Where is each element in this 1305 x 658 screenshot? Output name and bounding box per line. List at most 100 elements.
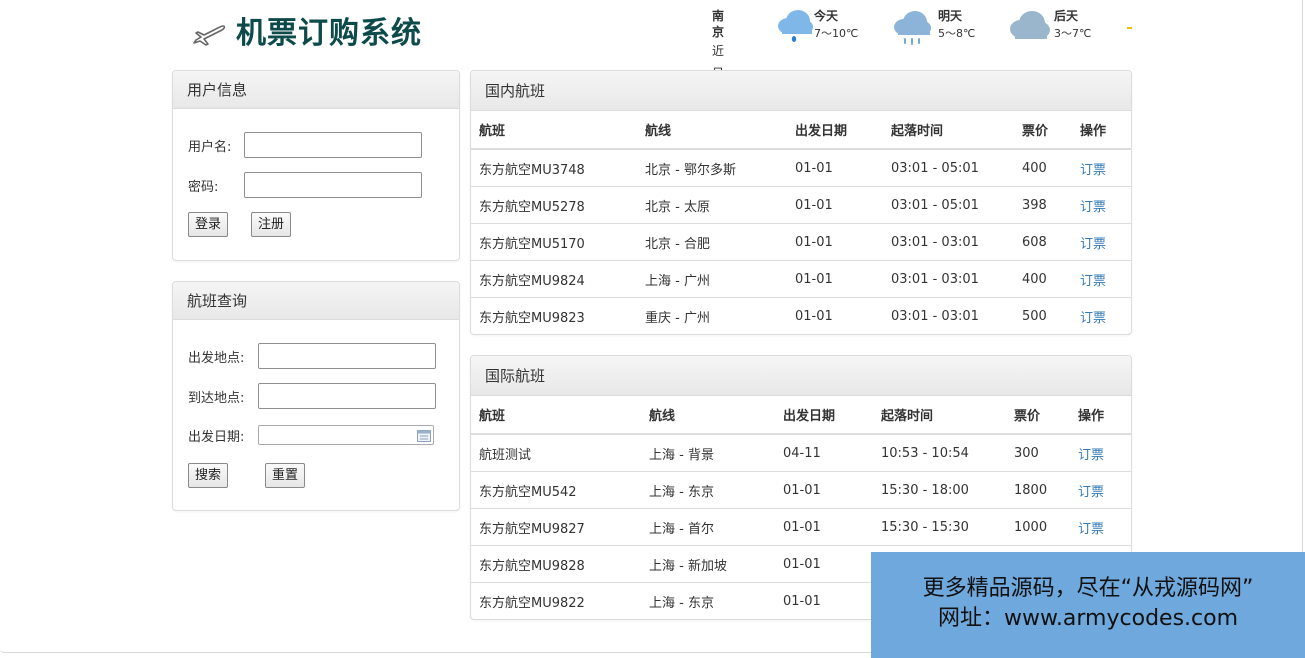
book-link[interactable]: 订票 — [1080, 237, 1106, 252]
action-cell: 订票 — [1070, 508, 1131, 546]
book-link[interactable]: 订票 — [1078, 522, 1104, 537]
reset-button[interactable]: 重置 — [265, 463, 306, 488]
date-cell: 01-01 — [775, 545, 873, 583]
logo-title: 机票订购系统 — [236, 16, 422, 51]
flight-search-title: 航班查询 — [173, 282, 459, 320]
from-row: 出发地点: — [188, 343, 436, 369]
username-row: 用户名: — [188, 132, 422, 158]
from-input[interactable] — [258, 343, 436, 369]
time-cell: 03:01 - 03:01 — [883, 297, 1014, 334]
price-cell: 300 — [1014, 445, 1039, 461]
time-cell: 03:01 - 03:01 — [883, 223, 1014, 261]
route-cell: 上海 - 东京 — [641, 471, 775, 509]
price-cell: 1000 — [1006, 508, 1070, 546]
username-input[interactable] — [244, 132, 422, 158]
price-cell: 400 — [1022, 160, 1047, 176]
route-cell: 上海 - 广州 — [637, 260, 787, 298]
date-cell: 01-01 — [787, 260, 883, 298]
col-flight: 航班 — [471, 396, 641, 435]
login-button[interactable]: 登录 — [188, 212, 229, 237]
date-cell: 04-11 — [783, 445, 821, 461]
time-cell: 15:30 - 15:30 — [873, 508, 1006, 546]
to-input[interactable] — [258, 383, 436, 409]
table-header-row: 航班 航线 出发日期 起落时间 票价 操作 — [471, 396, 1131, 435]
password-input[interactable] — [244, 172, 422, 198]
col-date: 出发日期 — [775, 396, 873, 435]
time-cell: 10:53 - 10:54 — [881, 445, 969, 461]
watermark-banner: 更多精品源码，尽在“从戎源码网” 网址：www.armycodes.com — [871, 552, 1305, 658]
domestic-flights-table: 航班 航线 出发日期 起落时间 票价 操作 东方航空MU3748 北京 - 鄂尔… — [471, 111, 1131, 334]
search-button[interactable]: 搜索 — [188, 463, 229, 488]
date-cell: 01-01 — [775, 508, 873, 546]
book-link[interactable]: 订票 — [1078, 485, 1104, 500]
col-flight: 航班 — [471, 111, 637, 150]
book-link[interactable]: 订票 — [1078, 448, 1104, 463]
action-cell: 订票 — [1072, 223, 1131, 261]
price-cell: 500 — [1014, 297, 1072, 334]
action-cell: 订票 — [1070, 471, 1131, 509]
flight-cell: 东方航空MU5278 — [471, 186, 637, 224]
price-cell: 400 — [1014, 260, 1072, 298]
table-row: 东方航空MU542 上海 - 东京 01-01 15:30 - 18:00 18… — [471, 471, 1131, 509]
action-cell: 订票 — [1072, 297, 1131, 334]
table-row: 航班测试 上海 - 背景 04-11 10:53 - 10:54 300 订票 — [471, 434, 1131, 472]
price-cell: 398 — [1014, 186, 1072, 224]
time-cell: 03:01 - 05:01 — [891, 160, 979, 176]
date-cell: 01-01 — [795, 160, 833, 176]
col-action: 操作 — [1070, 396, 1131, 435]
from-label: 出发地点: — [188, 350, 245, 366]
table-row: 东方航空MU5278 北京 - 太原 01-01 03:01 - 05:01 3… — [471, 186, 1131, 224]
book-link[interactable]: 订票 — [1080, 311, 1106, 326]
action-cell: 订票 — [1072, 260, 1131, 298]
flight-cell: 东方航空MU9823 — [471, 297, 637, 334]
user-info-title: 用户信息 — [173, 71, 459, 109]
route-cell: 上海 - 首尔 — [641, 508, 775, 546]
route-cell: 重庆 - 广州 — [637, 297, 787, 334]
date-picker — [258, 425, 434, 445]
to-row: 到达地点: — [188, 383, 436, 409]
site-logo: 机票订购系统 — [192, 16, 422, 52]
cloud-rain-icon — [778, 10, 813, 42]
flight-cell: 东方航空MU542 — [471, 471, 641, 509]
book-link[interactable]: 订票 — [1080, 163, 1106, 178]
route-cell: 上海 - 新加坡 — [641, 545, 775, 583]
weather-indicator — [1127, 27, 1132, 29]
col-route: 航线 — [637, 111, 787, 150]
book-link[interactable]: 订票 — [1080, 200, 1106, 215]
register-button[interactable]: 注册 — [251, 212, 292, 237]
table-row: 东方航空MU9823 重庆 - 广州 01-01 03:01 - 03:01 5… — [471, 297, 1131, 334]
date-input[interactable] — [258, 425, 434, 445]
international-flights-title: 国际航班 — [471, 356, 1131, 396]
user-info-panel: 用户信息 用户名: 密码: 登录 注册 — [172, 70, 460, 261]
time-cell: 03:01 - 03:01 — [883, 260, 1014, 298]
date-cell: 01-01 — [787, 223, 883, 261]
col-time: 起落时间 — [883, 111, 1014, 150]
calendar-icon[interactable] — [417, 430, 431, 442]
col-price: 票价 — [1014, 111, 1072, 150]
weather-after-label: 后天 — [1054, 9, 1079, 23]
weather-city-name: 南京 — [712, 9, 725, 39]
time-cell: 15:30 - 18:00 — [873, 471, 1006, 509]
date-cell: 01-01 — [775, 471, 873, 509]
date-cell: 01-01 — [787, 297, 883, 334]
date-cell: 01-01 — [775, 582, 873, 619]
col-price: 票价 — [1006, 396, 1070, 435]
flight-search-panel: 航班查询 出发地点: 到达地点: 出发日期: 搜索 重置 — [172, 281, 460, 511]
weather-after-temp: 3～7℃ — [1054, 27, 1092, 40]
col-time: 起落时间 — [873, 396, 1006, 435]
book-link[interactable]: 订票 — [1080, 274, 1106, 289]
password-row: 密码: — [188, 172, 422, 198]
cloud-icon — [1010, 11, 1050, 39]
watermark-line2: 网址：www.armycodes.com — [937, 606, 1239, 631]
col-action: 操作 — [1072, 111, 1131, 150]
airplane-icon — [193, 25, 226, 46]
table-header-row: 航班 航线 出发日期 起落时间 票价 操作 — [471, 111, 1131, 150]
col-route: 航线 — [641, 396, 775, 435]
domestic-flights-panel: 国内航班 航班 航线 出发日期 起落时间 票价 操作 东方航空MU3748 北京… — [470, 70, 1132, 335]
table-row: 东方航空MU9824 上海 - 广州 01-01 03:01 - 03:01 4… — [471, 260, 1131, 298]
price-cell: 608 — [1014, 223, 1072, 261]
action-cell: 订票 — [1070, 434, 1131, 472]
weather-today-temp: 7～10℃ — [814, 27, 859, 40]
table-row: 东方航空MU9827 上海 - 首尔 01-01 15:30 - 15:30 1… — [471, 508, 1131, 546]
action-cell: 订票 — [1072, 186, 1131, 224]
